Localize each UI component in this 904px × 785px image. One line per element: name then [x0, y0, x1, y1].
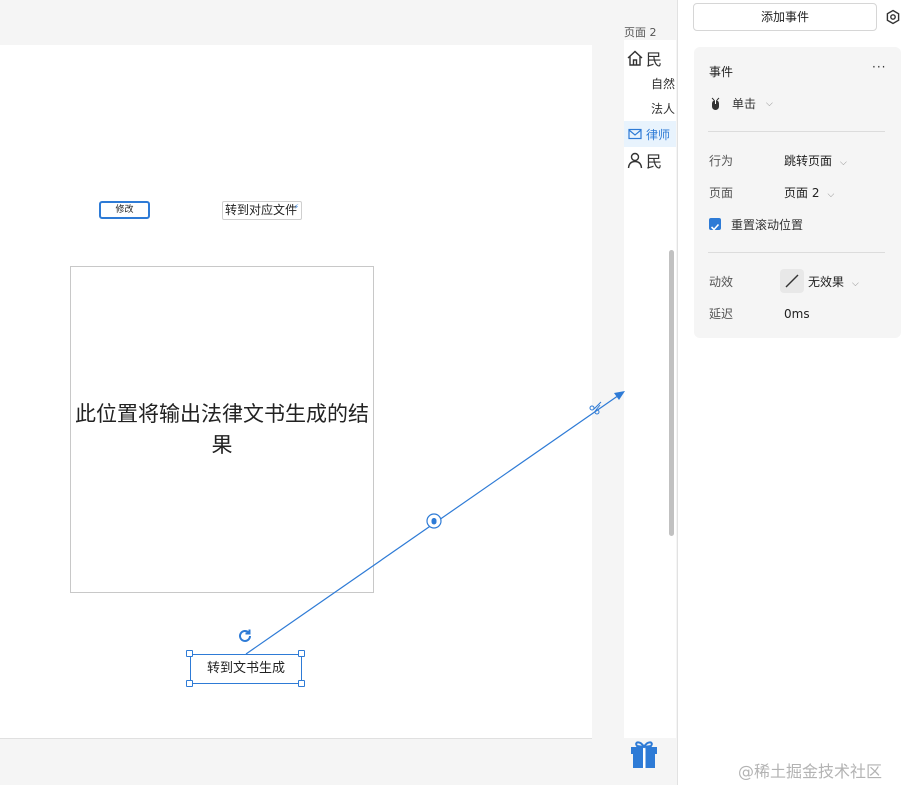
- jump-doc-button[interactable]: 转到对应文件 ⚡: [222, 201, 302, 220]
- page-select[interactable]: 页面 2 ⌵: [784, 184, 834, 201]
- delay-value[interactable]: 0ms: [784, 307, 810, 321]
- link-icon: ⚡: [294, 203, 299, 211]
- watermark: @稀土掘金技术社区: [738, 762, 883, 781]
- event-title: 事件: [709, 65, 734, 79]
- resize-handle-top-right[interactable]: [298, 650, 305, 657]
- canvas-bottom-strip: [0, 738, 592, 785]
- person-icon: [624, 151, 646, 169]
- resize-handle-top-left[interactable]: [186, 650, 193, 657]
- more-options-button[interactable]: ···: [872, 60, 886, 74]
- no-effect-icon[interactable]: [780, 269, 804, 293]
- output-text-box[interactable]: 此位置将输出法律文书生成的结果: [70, 266, 374, 593]
- output-text: 此位置将输出法律文书生成的结果: [75, 401, 369, 457]
- effect-label: 动效: [709, 275, 734, 289]
- effect-select[interactable]: 无效果 ⌵: [808, 273, 859, 290]
- outline-item-legal[interactable]: 法人: [624, 95, 676, 121]
- outline-item-home[interactable]: 民: [624, 45, 676, 71]
- trigger-value: 单击: [732, 97, 757, 111]
- effect-value: 无效果: [808, 275, 845, 289]
- chevron-down-icon: ⌵: [766, 98, 773, 109]
- delay-label: 延迟: [709, 307, 734, 321]
- check-icon: [710, 223, 720, 231]
- modify-button[interactable]: 修改: [99, 201, 150, 219]
- gift-icon[interactable]: [628, 736, 660, 770]
- outline-item-label: 民: [646, 50, 663, 69]
- outline-item-label: 自然: [651, 76, 676, 91]
- home-icon: [624, 49, 646, 67]
- action-select[interactable]: 跳转页面 ⌵: [784, 152, 847, 169]
- reset-scroll-checkbox[interactable]: [709, 218, 721, 231]
- chevron-down-icon: ⌵: [840, 158, 847, 168]
- jump-doc-label: 转到对应文件: [225, 203, 298, 217]
- outline-page-title: 页面 2: [624, 26, 657, 39]
- divider: [708, 252, 885, 253]
- mouse-click-icon: [711, 97, 720, 110]
- refresh-icon[interactable]: [237, 628, 253, 644]
- page-value: 页面 2: [784, 186, 820, 200]
- generate-doc-button[interactable]: 转到文书生成: [190, 654, 302, 684]
- outline-item-label: 律师: [646, 127, 671, 142]
- settings-icon[interactable]: [885, 9, 901, 25]
- page-label: 页面: [709, 186, 734, 200]
- chevron-down-icon: ⌵: [852, 279, 859, 289]
- trigger-select[interactable]: 单击 ⌵: [710, 95, 773, 112]
- outline-item-label: 法人: [651, 101, 676, 116]
- outline-item-lawyer[interactable]: 律师: [624, 121, 676, 147]
- action-value: 跳转页面: [784, 154, 833, 168]
- action-label: 行为: [709, 154, 734, 168]
- chevron-down-icon: ⌵: [827, 190, 835, 200]
- outline-item-label: 民: [646, 152, 663, 171]
- divider: [708, 131, 885, 132]
- outline-scrollbar[interactable]: [669, 250, 674, 536]
- reset-scroll-label: 重置滚动位置: [731, 218, 804, 232]
- outline-item-person[interactable]: 民: [624, 147, 676, 173]
- outline-item-natural[interactable]: 自然: [624, 70, 676, 96]
- resize-handle-bottom-right[interactable]: [298, 680, 305, 687]
- add-event-button[interactable]: 添加事件: [693, 3, 877, 31]
- resize-handle-bottom-left[interactable]: [186, 680, 193, 687]
- mail-icon: [624, 128, 646, 140]
